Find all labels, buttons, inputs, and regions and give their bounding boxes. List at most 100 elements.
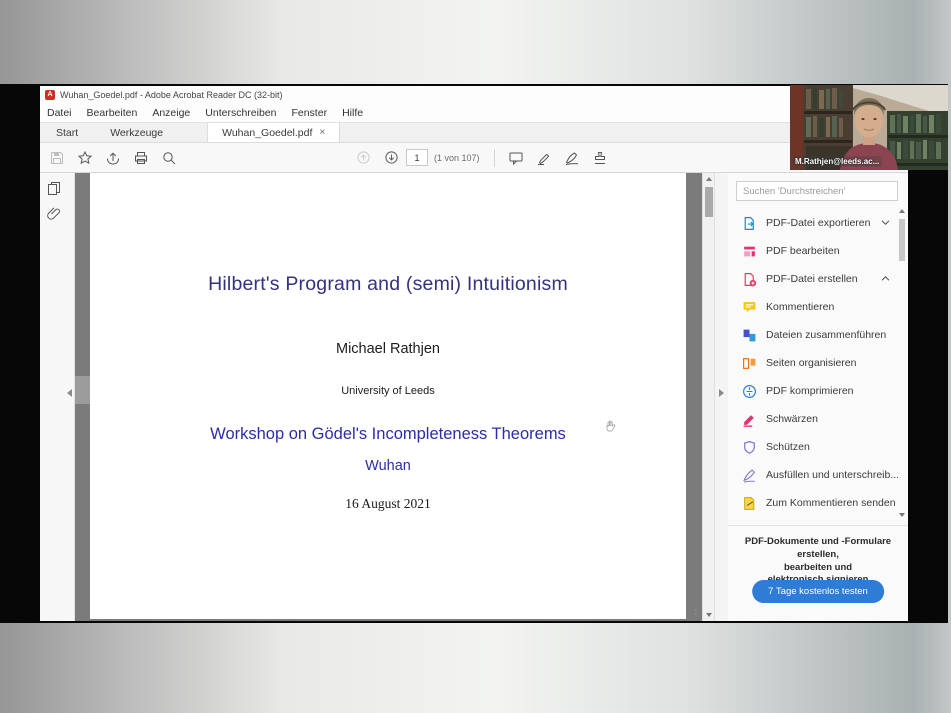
webcam-name-label: M.Rathjen@leeds.ac... — [792, 156, 882, 167]
menu-fenster[interactable]: Fenster — [291, 107, 327, 119]
create-pdf-icon — [742, 272, 757, 287]
acrobat-window: A Wuhan_Goedel.pdf - Adobe Acrobat Reade… — [40, 86, 908, 621]
sign-tool-button[interactable] — [559, 146, 585, 170]
menu-bar: Datei Bearbeiten Anzeige Unterschreiben … — [40, 103, 908, 122]
tool-label: Seiten organisieren — [766, 357, 856, 369]
organize-pages-icon — [742, 356, 757, 371]
scrollbar-thumb[interactable] — [705, 187, 713, 217]
stamp-tool-button[interactable] — [587, 146, 613, 170]
favorite-button[interactable] — [72, 146, 98, 170]
menu-bearbeiten[interactable]: Bearbeiten — [87, 107, 138, 119]
window-title: Wuhan_Goedel.pdf - Adobe Acrobat Reader … — [60, 90, 282, 100]
tool-fill-sign[interactable]: Ausfüllen und unterschreib... — [728, 461, 898, 489]
tool-label: Kommentieren — [766, 301, 834, 313]
menu-anzeige[interactable]: Anzeige — [152, 107, 190, 119]
sidebar-divider — [728, 525, 908, 526]
print-button[interactable] — [128, 146, 154, 170]
left-navigation-panel — [40, 173, 75, 621]
tool-label: Schützen — [766, 441, 810, 453]
tool-label: Ausfüllen und unterschreib... — [766, 469, 898, 481]
pdf-page: Hilbert's Program and (semi) Intuitionis… — [90, 173, 686, 619]
page-number-input[interactable] — [406, 149, 428, 166]
next-page-button[interactable] — [378, 146, 404, 170]
free-trial-button[interactable]: 7 Tage kostenlos testen — [752, 580, 884, 603]
scroll-up-arrow[interactable] — [703, 173, 714, 185]
page-corner-indicator: 1 — [694, 608, 698, 617]
tab-start[interactable]: Start — [40, 123, 94, 142]
chevron-up-icon[interactable] — [881, 273, 890, 285]
fill-sign-pen-icon — [742, 468, 757, 483]
tool-compress-pdf[interactable]: PDF komprimieren — [728, 377, 898, 405]
send-comments-icon — [742, 496, 757, 511]
page-thumbnails-icon — [46, 180, 62, 196]
page-up-icon — [356, 150, 371, 165]
slide-event: Workshop on Gödel's Incompleteness Theor… — [90, 425, 686, 444]
tool-send-for-comments[interactable]: Zum Kommentieren senden — [728, 489, 898, 517]
sidebar-scrollbar-thumb[interactable] — [899, 219, 905, 261]
page-thumbnails-button[interactable] — [42, 177, 66, 199]
compress-pdf-icon — [742, 384, 757, 399]
tool-label: PDF komprimieren — [766, 385, 854, 397]
tool-combine-files[interactable]: Dateien zusammenführen — [728, 321, 898, 349]
tool-protect[interactable]: Schützen — [728, 433, 898, 461]
edit-pdf-icon — [742, 244, 757, 259]
highlight-tool-button[interactable] — [531, 146, 557, 170]
export-pdf-icon — [742, 216, 757, 231]
tools-list: PDF-Datei exportieren PDF bearbeiten PDF… — [728, 209, 898, 517]
menu-unterschreiben[interactable]: Unterschreiben — [205, 107, 276, 119]
tool-label: Zum Kommentieren senden — [766, 497, 896, 509]
tool-label: PDF bearbeiten — [766, 245, 840, 257]
screenshot-root: { "window": { "title": "Wuhan_Goedel.pdf… — [0, 0, 951, 713]
sidebar-scroll-up-arrow[interactable] — [899, 209, 905, 213]
slide-affiliation: University of Leeds — [90, 385, 686, 397]
comment-icon — [742, 300, 757, 315]
tab-werkzeuge[interactable]: Werkzeuge — [94, 123, 179, 142]
menu-hilfe[interactable]: Hilfe — [342, 107, 363, 119]
combine-files-icon — [742, 328, 757, 343]
slide-author: Michael Rathjen — [90, 341, 686, 357]
tool-organize-pages[interactable]: Seiten organisieren — [728, 349, 898, 377]
tool-label: Dateien zusammenführen — [766, 329, 886, 341]
collapse-left-panel-handle[interactable] — [67, 389, 72, 397]
webcam-overlay: M.Rathjen@leeds.ac... — [790, 85, 948, 170]
search-button[interactable] — [156, 146, 182, 170]
sidebar-scrollbar[interactable] — [898, 209, 906, 517]
document-scrollbar[interactable] — [702, 173, 714, 621]
tab-werkzeuge-label: Werkzeuge — [110, 127, 163, 139]
save-button[interactable] — [44, 146, 70, 170]
attachments-button[interactable] — [42, 203, 66, 225]
tab-bar: Start Werkzeuge Wuhan_Goedel.pdf × — [40, 122, 908, 143]
scroll-down-arrow[interactable] — [703, 609, 714, 621]
sidebar-scroll-down-arrow[interactable] — [899, 513, 905, 517]
share-button[interactable] — [100, 146, 126, 170]
slide-date: 16 August 2021 — [90, 496, 686, 512]
menu-datei[interactable]: Datei — [47, 107, 72, 119]
tool-create-pdf[interactable]: PDF-Datei erstellen — [728, 265, 898, 293]
save-icon — [49, 150, 65, 166]
paperclip-icon — [46, 206, 62, 222]
adobe-reader-icon: A — [45, 90, 55, 100]
highlighter-icon — [536, 150, 552, 166]
page-count-label: (1 von 107) — [434, 153, 480, 163]
tool-export-pdf[interactable]: PDF-Datei exportieren — [728, 209, 898, 237]
tool-comment[interactable]: Kommentieren — [728, 293, 898, 321]
tab-document[interactable]: Wuhan_Goedel.pdf × — [207, 123, 340, 142]
page-down-icon — [384, 150, 399, 165]
document-view: Hilbert's Program and (semi) Intuitionis… — [75, 173, 714, 621]
expand-tools-pane-handle[interactable] — [719, 389, 724, 397]
upload-cloud-icon — [105, 150, 121, 166]
comment-tool-button[interactable] — [503, 146, 529, 170]
shield-icon — [742, 440, 757, 455]
promo-line: PDF-Dokumente und -Formulare erstellen, — [728, 536, 908, 562]
tools-search-input[interactable] — [736, 181, 898, 201]
chevron-down-icon[interactable] — [881, 217, 890, 229]
signature-pen-icon — [564, 150, 580, 166]
tool-edit-pdf[interactable]: PDF bearbeiten — [728, 237, 898, 265]
content-area: Hilbert's Program and (semi) Intuitionis… — [40, 173, 908, 621]
previous-page-button[interactable] — [350, 146, 376, 170]
toolbar-divider — [494, 149, 495, 167]
star-icon — [77, 150, 93, 166]
printer-icon — [133, 150, 149, 166]
tab-close-icon[interactable]: × — [319, 127, 325, 138]
tool-redact[interactable]: Schwärzen — [728, 405, 898, 433]
